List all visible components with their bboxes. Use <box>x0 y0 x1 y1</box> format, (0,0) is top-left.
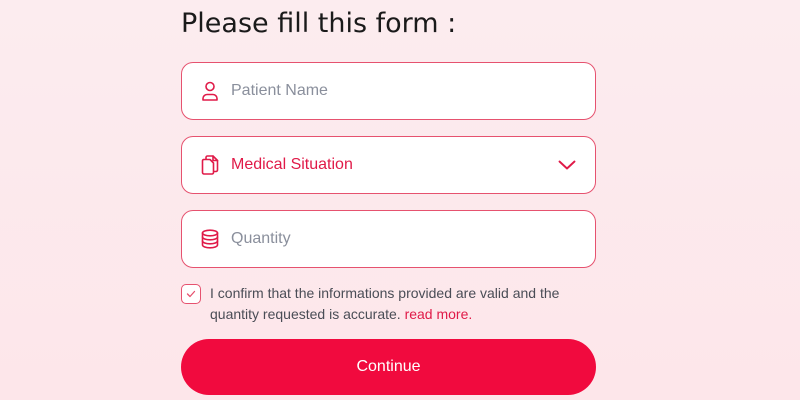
documents-icon <box>200 155 220 175</box>
medical-situation-select[interactable]: Medical Situation <box>181 136 596 194</box>
quantity-field[interactable] <box>181 210 596 268</box>
chevron-down-icon[interactable] <box>557 155 577 175</box>
read-more-link[interactable]: read more. <box>405 306 473 322</box>
patient-name-field[interactable] <box>181 62 596 120</box>
coins-stack-icon <box>200 229 220 249</box>
continue-button[interactable]: Continue <box>181 339 596 395</box>
confirm-checkbox[interactable] <box>181 284 201 304</box>
patient-name-input[interactable] <box>231 79 577 103</box>
check-icon <box>186 290 196 298</box>
confirm-statement: I confirm that the informations provided… <box>210 285 560 322</box>
confirm-row: I confirm that the informations provided… <box>181 283 596 325</box>
quantity-input[interactable] <box>231 227 577 251</box>
form-title: Please fill this form : <box>181 8 457 39</box>
user-icon <box>200 81 220 101</box>
medical-situation-value: Medical Situation <box>231 156 353 173</box>
confirm-text: I confirm that the informations provided… <box>210 283 596 325</box>
